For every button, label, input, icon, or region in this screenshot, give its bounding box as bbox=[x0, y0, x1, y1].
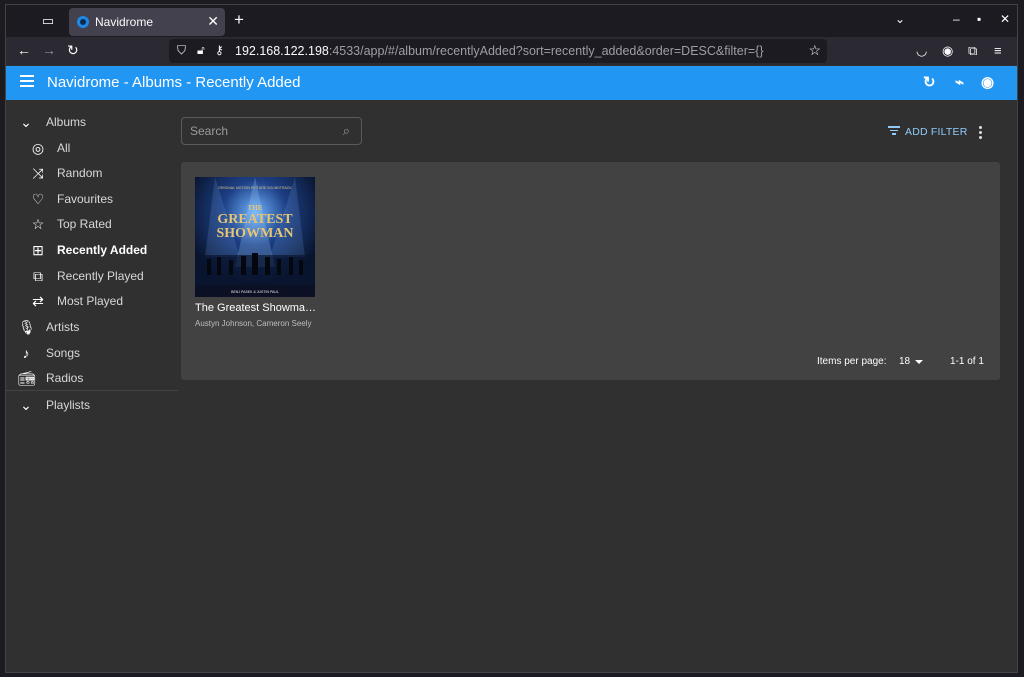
sidebar: ⌄ Albums ◎ All ⤨ Random ♡ Favourites ☆ T… bbox=[6, 100, 178, 672]
browser-window: ▭ Navidrome ✕ + ⌄ – ▪ ✕ ← → ↻ ⛉ 🔓︎ ⚷ 192… bbox=[5, 4, 1018, 673]
search-input[interactable] bbox=[190, 124, 330, 138]
items-per-page-select[interactable]: 18 bbox=[899, 356, 910, 367]
sidebar-item-label: Recently Added bbox=[57, 243, 148, 257]
sidebar-item-label: Recently Played bbox=[57, 269, 144, 283]
svg-text:THE: THE bbox=[248, 204, 263, 212]
star-icon: ☆ bbox=[31, 216, 45, 232]
album-cover-art: ORIGINAL MOTION PICTURE SOUNDTRACK THE G… bbox=[195, 177, 315, 297]
url-text[interactable]: 192.168.122.198:4533/app/#/album/recentl… bbox=[235, 44, 764, 58]
tab-overflow-chevron-icon[interactable]: ⌄ bbox=[895, 12, 905, 26]
account-icon[interactable]: ◉ bbox=[942, 43, 953, 59]
dropdown-arrow-icon[interactable] bbox=[915, 360, 923, 364]
tab-bar: ▭ Navidrome ✕ + ⌄ – ▪ ✕ bbox=[6, 5, 1017, 37]
items-per-page-label: Items per page: bbox=[817, 356, 887, 367]
forward-icon[interactable]: → bbox=[42, 42, 56, 58]
svg-text:BENJ PASEK & JUSTIN PAUL: BENJ PASEK & JUSTIN PAUL bbox=[231, 290, 279, 294]
pagination-range: 1-1 of 1 bbox=[950, 356, 984, 367]
back-icon[interactable]: ← bbox=[17, 42, 31, 58]
sidebar-divider bbox=[6, 390, 178, 391]
radio-icon: 📻︎ bbox=[18, 370, 36, 386]
pocket-icon[interactable]: ◡ bbox=[916, 43, 927, 59]
album-title[interactable]: The Greatest Showma… bbox=[195, 302, 325, 314]
sidebar-item-favourites[interactable]: ♡ Favourites bbox=[6, 187, 178, 211]
filter-icon[interactable] bbox=[888, 125, 900, 135]
chevron-down-icon: ⌄ bbox=[20, 397, 32, 413]
sidebar-item-top-rated[interactable]: ☆ Top Rated bbox=[6, 212, 178, 236]
heart-icon: ♡ bbox=[31, 191, 45, 207]
shield-icon[interactable]: ⛉ bbox=[177, 43, 186, 58]
album-artist[interactable]: Austyn Johnson, Cameron Seely bbox=[195, 319, 312, 328]
sidebar-item-songs[interactable]: ♪ Songs bbox=[6, 341, 178, 365]
music-note-icon: ♪ bbox=[22, 345, 30, 361]
microphone-icon: 🎙︎ bbox=[18, 319, 36, 335]
album-cover[interactable]: ORIGINAL MOTION PICTURE SOUNDTRACK THE G… bbox=[195, 177, 315, 297]
sidebar-item-label: Artists bbox=[46, 320, 80, 334]
page-title: Navidrome - Albums - Recently Added bbox=[47, 74, 301, 91]
sidebar-item-playlists[interactable]: ⌄ Playlists bbox=[6, 393, 178, 417]
tab-list-icon[interactable]: ▭ bbox=[39, 13, 57, 29]
extensions-icon[interactable]: ⧉ bbox=[968, 43, 977, 59]
add-filter-button[interactable]: ADD FILTER bbox=[905, 126, 967, 138]
sidebar-item-recently-added[interactable]: ⊞ Recently Added bbox=[6, 238, 178, 262]
insecure-lock-icon[interactable]: 🔓︎ bbox=[197, 43, 205, 58]
video-library-icon: ⧉ bbox=[33, 268, 43, 284]
sidebar-item-label: Playlists bbox=[46, 398, 91, 412]
browser-tab[interactable]: Navidrome ✕ bbox=[69, 8, 225, 36]
close-tab-icon[interactable]: ✕ bbox=[207, 13, 219, 30]
minimize-icon[interactable]: – bbox=[953, 12, 960, 26]
user-account-icon[interactable]: ◉ bbox=[981, 73, 994, 91]
search-icon[interactable]: ⌕ bbox=[343, 123, 350, 139]
new-tab-icon[interactable]: + bbox=[234, 10, 244, 30]
sidebar-item-label: Favourites bbox=[57, 192, 114, 206]
svg-text:SHOWMAN: SHOWMAN bbox=[217, 226, 294, 241]
sidebar-item-random[interactable]: ⤨ Random bbox=[6, 161, 178, 185]
tab-title: Navidrome bbox=[95, 15, 154, 29]
sidebar-item-radios[interactable]: 📻︎ Radios bbox=[6, 366, 178, 390]
navidrome-favicon-icon bbox=[77, 16, 89, 28]
sidebar-item-label: Albums bbox=[46, 115, 87, 129]
svg-text:ORIGINAL MOTION PICTURE SOUNDT: ORIGINAL MOTION PICTURE SOUNDTRACK bbox=[218, 186, 292, 190]
sidebar-item-artists[interactable]: 🎙︎ Artists bbox=[6, 315, 178, 339]
app-bar: Navidrome - Albums - Recently Added ↻ ⌁ … bbox=[6, 66, 1017, 100]
maximize-icon[interactable]: ▪ bbox=[977, 12, 981, 26]
sidebar-item-label: Songs bbox=[46, 346, 81, 360]
repeat-icon: ⇄ bbox=[32, 293, 44, 309]
sidebar-item-recently-played[interactable]: ⧉ Recently Played bbox=[6, 264, 178, 288]
library-add-icon: ⊞ bbox=[32, 242, 44, 258]
chevron-down-icon: ⌄ bbox=[20, 114, 32, 130]
navigation-toolbar: ← → ↻ ⛉ 🔓︎ ⚷ 192.168.122.198:4533/app/#/… bbox=[6, 37, 1017, 65]
key-icon[interactable]: ⚷ bbox=[215, 43, 224, 57]
shuffle-icon: ⤨ bbox=[32, 165, 44, 181]
sidebar-item-label: Radios bbox=[46, 371, 84, 385]
close-window-icon[interactable]: ✕ bbox=[1000, 12, 1010, 26]
sidebar-item-all[interactable]: ◎ All bbox=[6, 136, 178, 160]
sidebar-item-albums[interactable]: ⌄ Albums bbox=[6, 110, 178, 134]
sidebar-item-label: Random bbox=[57, 166, 103, 180]
sidebar-item-label: Most Played bbox=[57, 294, 124, 308]
activity-icon[interactable]: ⌁ bbox=[955, 73, 964, 91]
sidebar-item-most-played[interactable]: ⇄ Most Played bbox=[6, 289, 178, 313]
album-grid: ORIGINAL MOTION PICTURE SOUNDTRACK THE G… bbox=[181, 162, 1000, 380]
sidebar-item-label: Top Rated bbox=[57, 217, 112, 231]
menu-icon[interactable]: ≡ bbox=[994, 43, 1002, 58]
svg-text:GREATEST: GREATEST bbox=[217, 212, 293, 227]
bookmark-star-icon[interactable]: ☆ bbox=[808, 42, 821, 59]
refresh-icon[interactable]: ↻ bbox=[923, 73, 936, 91]
sidebar-item-label: All bbox=[57, 141, 71, 155]
hamburger-menu-icon[interactable] bbox=[20, 75, 34, 87]
disc-icon: ◎ bbox=[31, 140, 45, 156]
search-field[interactable]: ⌕ bbox=[181, 117, 362, 145]
url-bar[interactable]: ⛉ 🔓︎ ⚷ 192.168.122.198:4533/app/#/album/… bbox=[169, 39, 827, 63]
more-vert-icon[interactable] bbox=[979, 126, 983, 140]
reload-icon[interactable]: ↻ bbox=[67, 42, 79, 59]
